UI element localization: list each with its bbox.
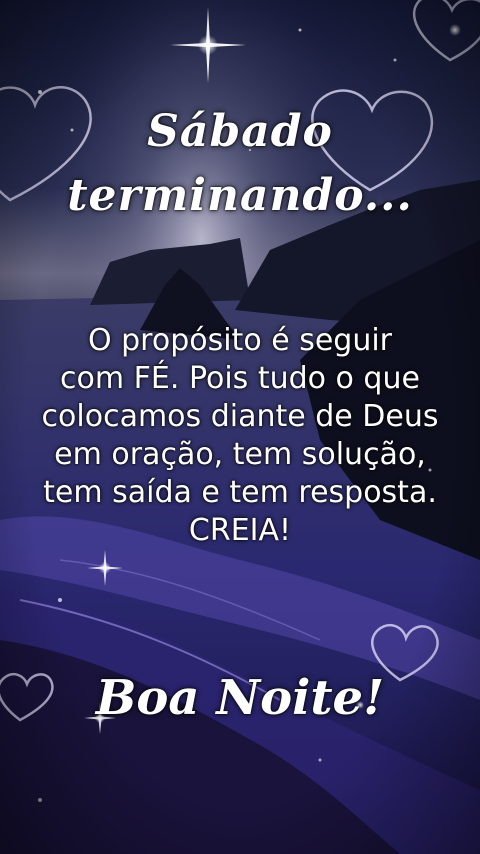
message-line: colocamos diante de Deus (41, 399, 439, 434)
message-line: com FÉ. Pois tudo o que (60, 361, 420, 396)
message-text: O propósito é seguir com FÉ. Pois tudo o… (0, 322, 480, 550)
greeting-line-1: Sábado (147, 106, 333, 157)
greeting-title: Sábado terminando... (0, 100, 480, 228)
message-line: O propósito é seguir (87, 323, 393, 358)
message-line: tem saída e tem resposta. (43, 475, 437, 510)
greeting-line-2: terminando... (67, 170, 413, 221)
message-line: em oração, tem solução, (54, 437, 426, 472)
closing-greeting: Boa Noite! (95, 670, 385, 726)
message-line: CREIA! (188, 513, 292, 548)
